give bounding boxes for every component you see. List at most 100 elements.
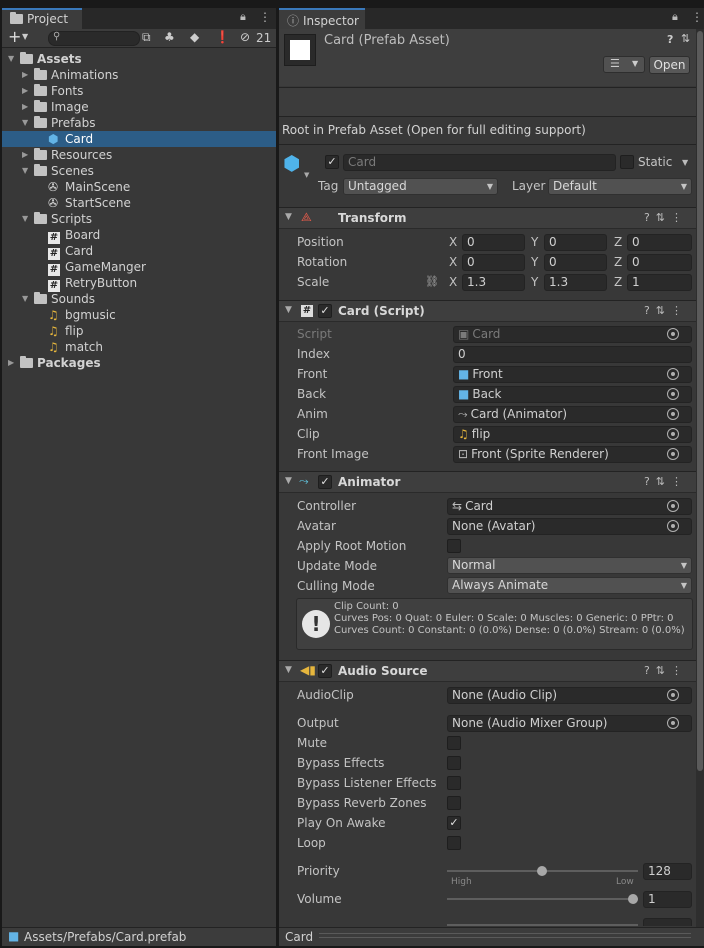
tree-item[interactable]: # Board (2, 227, 276, 244)
front-image-field[interactable]: ⊡ Front (Sprite Renderer) (453, 446, 692, 463)
transform-y-field[interactable]: 1.3 (544, 274, 607, 291)
chevron-down-icon[interactable]: ▼ (304, 171, 309, 179)
tree-item[interactable]: ♫ bgmusic (2, 307, 276, 323)
expand-arrow-right-icon[interactable]: ▶ (8, 355, 20, 371)
expand-arrow-right-icon[interactable]: ▶ (22, 99, 34, 115)
avatar-field[interactable]: None (Avatar) (447, 518, 692, 535)
tree-item[interactable]: ▶ Packages (2, 355, 276, 371)
expand-arrow-down-icon[interactable]: ▼ (22, 163, 34, 179)
priority-field[interactable]: 128 (643, 863, 692, 880)
bypass-listener-checkbox[interactable] (447, 776, 461, 790)
fold-arrow-icon[interactable]: ▼ (285, 212, 292, 222)
volume-field[interactable]: 1 (643, 891, 692, 908)
enabled-checkbox[interactable]: ✓ (318, 664, 332, 678)
tree-item[interactable]: # Card (2, 243, 276, 260)
card-script-header[interactable]: ▼ # ✓ Card (Script) ?⇅⋮ (279, 300, 696, 322)
transform-x-field[interactable]: 1.3 (462, 274, 525, 291)
front-field[interactable]: ■ Front (453, 366, 692, 383)
component-header-icons[interactable]: ?⇅⋮ (644, 211, 688, 224)
layer-dropdown[interactable]: Default ▼ (548, 178, 692, 195)
update-mode-dropdown[interactable]: Normal ▼ (447, 557, 692, 574)
expand-arrow-right-icon[interactable]: ▶ (22, 67, 34, 83)
active-checkbox[interactable]: ✓ (325, 155, 339, 169)
static-checkbox[interactable] (620, 155, 634, 169)
prefab-cube-icon[interactable]: ⬢ (283, 151, 300, 175)
hidden-eye-icon[interactable]: ⊘ (240, 30, 250, 44)
transform-z-field[interactable]: 1 (627, 274, 692, 291)
clip-field[interactable]: ♫ flip (453, 426, 692, 443)
play-on-awake-checkbox[interactable]: ✓ (447, 816, 461, 830)
help-icon[interactable]: ? (667, 33, 673, 46)
expand-arrow-down-icon[interactable]: ▼ (8, 51, 20, 67)
tree-item[interactable]: ▶ Image (2, 99, 276, 115)
inspector-scrollbar[interactable] (696, 29, 704, 927)
tree-item[interactable]: ▶ Animations (2, 67, 276, 83)
anim-field[interactable]: ⤳ Card (Animator) (453, 406, 692, 423)
tree-item[interactable]: ♫ match (2, 339, 276, 355)
loop-checkbox[interactable] (447, 836, 461, 850)
object-picker-icon[interactable] (667, 500, 679, 512)
culling-mode-dropdown[interactable]: Always Animate ▼ (447, 577, 692, 594)
search-by-type-icon[interactable]: ⧉ (142, 30, 151, 45)
kebab-menu-icon[interactable]: ⋮ (691, 10, 703, 24)
scrollbar-thumb[interactable] (697, 31, 703, 771)
filter-type-icon[interactable]: ♣ (164, 30, 175, 44)
audio-clip-field[interactable]: None (Audio Clip) (447, 687, 692, 704)
fold-arrow-icon[interactable]: ▼ (285, 665, 292, 675)
tree-item[interactable]: # RetryButton (2, 275, 276, 292)
object-picker-icon[interactable] (667, 689, 679, 701)
tree-item[interactable]: ▶ Fonts (2, 83, 276, 99)
tree-item[interactable]: ⬢ Card (2, 131, 276, 147)
label-tag-icon[interactable]: ◆ (190, 30, 199, 44)
transform-y-field[interactable]: 0 (544, 254, 607, 271)
index-field[interactable]: 0 (453, 346, 692, 363)
presets-icon[interactable]: ⇅ (681, 32, 690, 45)
object-picker-icon[interactable] (667, 428, 679, 440)
object-picker-icon[interactable] (667, 388, 679, 400)
expand-arrow-down-icon[interactable]: ▼ (22, 211, 34, 227)
tree-item[interactable]: ▼ Prefabs (2, 115, 276, 131)
tree-item[interactable]: ▼ Scripts (2, 211, 276, 227)
fold-arrow-icon[interactable]: ▼ (285, 476, 292, 486)
object-picker-icon[interactable] (667, 448, 679, 460)
expand-arrow-down-icon[interactable]: ▼ (22, 291, 34, 307)
component-header-icons[interactable]: ?⇅⋮ (644, 664, 688, 677)
tree-item[interactable]: ♫ flip (2, 323, 276, 339)
constrain-proportions-icon[interactable]: ⛓ (425, 275, 439, 288)
lock-icon[interactable]: 🔒︎ (240, 10, 246, 24)
output-field[interactable]: None (Audio Mixer Group) (447, 715, 692, 732)
tree-item[interactable]: ▼ Assets (2, 51, 276, 67)
transform-z-field[interactable]: 0 (627, 234, 692, 251)
tag-dropdown[interactable]: Untagged ▼ (343, 178, 498, 195)
kebab-menu-icon[interactable]: ⋮ (259, 10, 271, 24)
error-filter-icon[interactable]: ❗ (215, 30, 230, 44)
tree-item[interactable]: # GameManger (2, 259, 276, 276)
volume-slider-handle[interactable] (628, 894, 638, 904)
back-field[interactable]: ■ Back (453, 386, 692, 403)
object-name-field[interactable]: Card (343, 154, 616, 171)
tree-item[interactable]: ✇ MainScene (2, 179, 276, 195)
bypass-effects-checkbox[interactable] (447, 756, 461, 770)
tree-item[interactable]: ▶ Resources (2, 147, 276, 163)
controller-field[interactable]: ⇆ Card (447, 498, 692, 515)
audio-source-header[interactable]: ▼ ◀▮ ✓ Audio Source ?⇅⋮ (279, 660, 696, 682)
search-input[interactable]: ⚲ (48, 31, 140, 46)
object-picker-icon[interactable] (667, 717, 679, 729)
priority-slider-handle[interactable] (537, 866, 547, 876)
object-picker-icon[interactable] (667, 520, 679, 532)
transform-z-field[interactable]: 0 (627, 254, 692, 271)
component-header-icons[interactable]: ?⇅⋮ (644, 475, 688, 488)
settings-dropdown[interactable]: ☰ ▼ (603, 56, 645, 73)
apply-root-motion-checkbox[interactable] (447, 539, 461, 553)
transform-x-field[interactable]: 0 (462, 234, 525, 251)
enabled-checkbox[interactable]: ✓ (318, 475, 332, 489)
add-button[interactable]: + (8, 27, 21, 46)
pitch-slider-track[interactable] (447, 924, 638, 926)
tab-inspector[interactable]: ⓘ Inspector (279, 8, 365, 29)
chevron-down-icon[interactable]: ▼ (22, 32, 28, 41)
bypass-reverb-checkbox[interactable] (447, 796, 461, 810)
object-picker-icon[interactable] (667, 408, 679, 420)
enabled-checkbox[interactable]: ✓ (318, 304, 332, 318)
static-chevron-icon[interactable]: ▼ (682, 158, 688, 167)
transform-y-field[interactable]: 0 (544, 234, 607, 251)
